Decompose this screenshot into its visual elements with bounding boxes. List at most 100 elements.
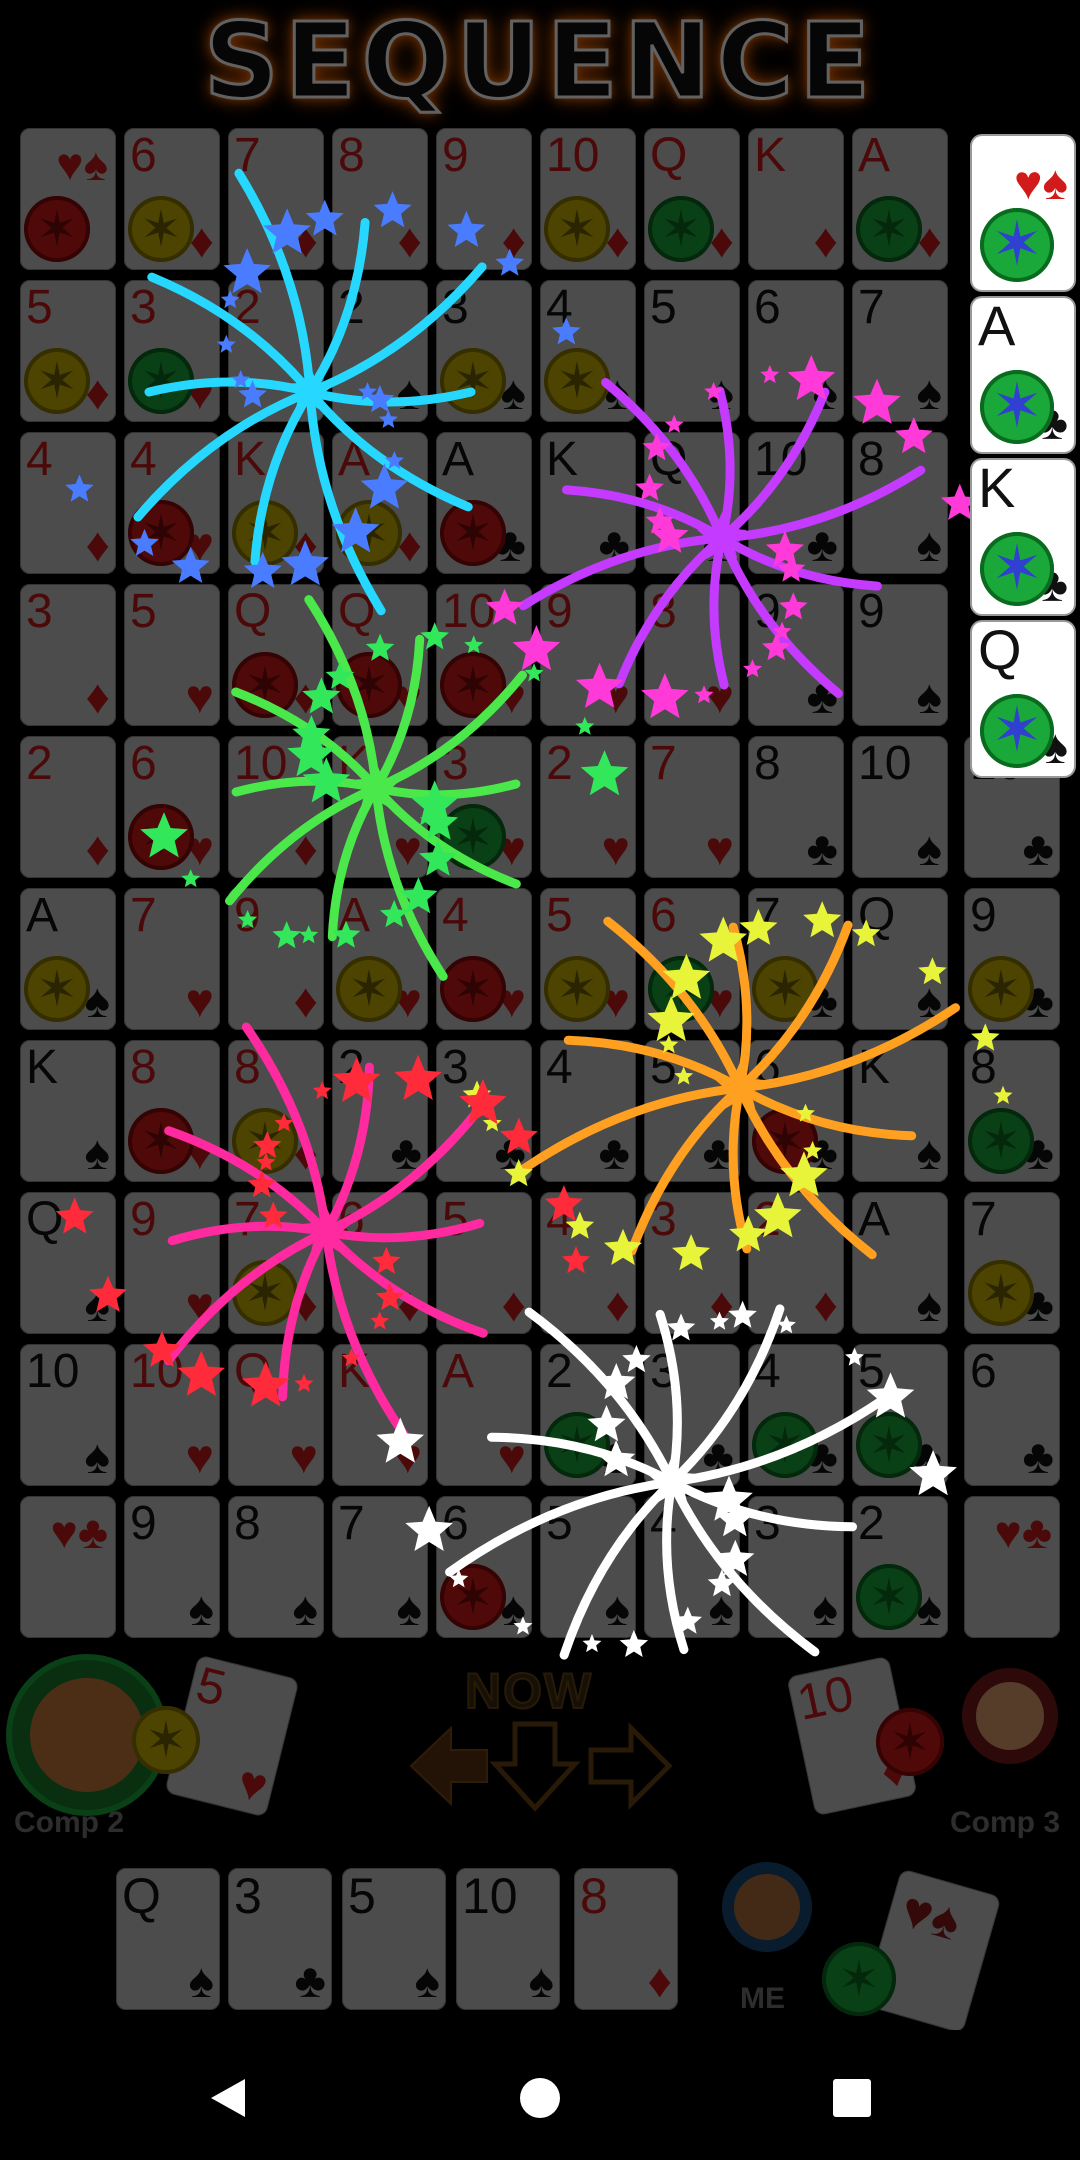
board-cell[interactable]: 6 ♥ ✶ (124, 736, 220, 878)
board-cell[interactable]: 7 ♠ (852, 280, 948, 422)
side-card[interactable]: ♥♠ ✶ (972, 136, 1074, 290)
board-cell[interactable]: 10 ♥ (124, 1344, 220, 1486)
board-cell[interactable]: 6 ♦ ✶ (124, 128, 220, 270)
board-cell[interactable]: Q ♠ (852, 888, 948, 1030)
board-cell[interactable]: 5 ♠ (644, 280, 740, 422)
board-cell[interactable]: ♥♣ (20, 1496, 116, 1638)
board-cell[interactable]: Q ♦ ✶ (644, 128, 740, 270)
hand-card[interactable]: Q ♠ (116, 1868, 220, 2010)
board-cell[interactable]: 10 ♠ (852, 736, 948, 878)
nav-back-button[interactable] (200, 2070, 256, 2126)
board-cell[interactable]: 6 ♦ (332, 1192, 428, 1334)
board-cell[interactable]: A ♦ ✶ (852, 128, 948, 270)
board-cell[interactable]: 7 ♥ (644, 736, 740, 878)
board-cell[interactable]: 5 ♦ ✶ (20, 280, 116, 422)
board-cell[interactable]: 8 ♣ ✶ (964, 1040, 1060, 1182)
board-cell[interactable]: A ♠ ✶ (20, 888, 116, 1030)
nav-home-button[interactable] (512, 2070, 568, 2126)
side-card[interactable]: Q ♠ ✶ (972, 622, 1074, 776)
board-cell[interactable]: 6 ♠ ✶ (436, 1496, 532, 1638)
board-cell[interactable]: 9 ♠ (124, 1496, 220, 1638)
board-cell[interactable]: A ♥ ✶ (332, 888, 428, 1030)
board-cell[interactable]: 4 ♦ (540, 1192, 636, 1334)
board-cell[interactable]: 8 ♠ (852, 432, 948, 574)
board-cell[interactable]: 3 ♦ (644, 1192, 740, 1334)
board-cell[interactable]: 5 ♣ ✶ (852, 1344, 948, 1486)
board-cell[interactable]: ♥♣ (964, 1496, 1060, 1638)
board-cell[interactable]: 2 ♦ (20, 736, 116, 878)
board-cell[interactable]: 7 ♦ (228, 128, 324, 270)
side-card[interactable]: K ♣ ✶ (972, 460, 1074, 614)
board-cell[interactable]: 8 ♠ (228, 1496, 324, 1638)
board-cell[interactable]: K ♦ ✶ (228, 432, 324, 574)
board-cell[interactable]: 6 ♠ (748, 280, 844, 422)
board-cell[interactable]: 8 ♥ ✶ (124, 1040, 220, 1182)
board-cell[interactable]: 2 ♠ ✶ (852, 1496, 948, 1638)
board-cell[interactable]: A ♦ ✶ (332, 432, 428, 574)
board-cell[interactable]: 4 ♣ ✶ (748, 1344, 844, 1486)
nav-recents-button[interactable] (824, 2070, 880, 2126)
board-cell[interactable]: 7 ♦ ✶ (228, 1192, 324, 1334)
board-cell[interactable]: 10 ♣ (748, 432, 844, 574)
board-cell[interactable]: 4 ♠ (644, 1496, 740, 1638)
board-cell[interactable]: 6 ♥ ✶ (644, 888, 740, 1030)
board-cell[interactable]: 5 ♦ (436, 1192, 532, 1334)
board-cell[interactable]: Q ♠ (20, 1192, 116, 1334)
board-cell[interactable]: 9 ♣ (748, 584, 844, 726)
board-cell[interactable]: 4 ♥ ✶ (124, 432, 220, 574)
board-cell[interactable]: 4 ♦ (20, 432, 116, 574)
board-cell[interactable]: 7 ♥ (124, 888, 220, 1030)
board-cell[interactable]: K ♦ (748, 128, 844, 270)
board-cell[interactable]: ♥♠ ✶ (20, 128, 116, 270)
board-cell[interactable]: K ♣ (540, 432, 636, 574)
board-cell[interactable]: A ♥ (436, 1344, 532, 1486)
board-cell[interactable]: 9 ♦ (228, 888, 324, 1030)
hand-card[interactable]: 5 ♠ (342, 1868, 446, 2010)
board-cell[interactable]: 7 ♣ ✶ (748, 888, 844, 1030)
board-cell[interactable]: 6 ♣ (964, 1344, 1060, 1486)
board-cell[interactable]: K ♠ (20, 1040, 116, 1182)
board-cell[interactable]: 6 ♣ ✶ (748, 1040, 844, 1182)
board-cell[interactable]: 2 ♣ ✶ (540, 1344, 636, 1486)
board-cell[interactable]: 10 ♠ (20, 1344, 116, 1486)
board-cell[interactable]: 2 ♣ (332, 1040, 428, 1182)
board-cell[interactable]: 10 ♦ (228, 736, 324, 878)
board-cell[interactable]: K ♥ (332, 736, 428, 878)
board-cell[interactable]: 2 ♥ (228, 280, 324, 422)
board-cell[interactable]: 8 ♥ (644, 584, 740, 726)
board-cell[interactable]: 3 ♥ ✶ (436, 736, 532, 878)
board-cell[interactable]: 4 ♣ (540, 1040, 636, 1182)
board-cell[interactable]: 7 ♠ (332, 1496, 428, 1638)
board-cell[interactable]: 5 ♠ (540, 1496, 636, 1638)
board-cell[interactable]: 3 ♣ (436, 1040, 532, 1182)
board-cell[interactable]: 5 ♥ ✶ (540, 888, 636, 1030)
board-cell[interactable]: K ♠ (852, 1040, 948, 1182)
hand-card[interactable]: 3 ♣ (228, 1868, 332, 2010)
board-cell[interactable]: 4 ♠ ✶ (540, 280, 636, 422)
board-cell[interactable]: 2 ♥ (540, 736, 636, 878)
board-cell[interactable]: A ♣ ✶ (436, 432, 532, 574)
board-cell[interactable]: Q ♦ ✶ (228, 584, 324, 726)
board-cell[interactable]: 9 ♠ (852, 584, 948, 726)
board-cell[interactable]: 3 ♠ ✶ (436, 280, 532, 422)
board-cell[interactable]: 9 ♦ (436, 128, 532, 270)
board-cell[interactable]: 8 ♣ (748, 736, 844, 878)
board-cell[interactable]: Q ♥ ✶ (332, 584, 428, 726)
board-cell[interactable]: A ♠ (852, 1192, 948, 1334)
board-cell[interactable]: 3 ♥ ✶ (124, 280, 220, 422)
hand-card[interactable]: 8 ♦ (574, 1868, 678, 2010)
board-cell[interactable]: 9 ♥ (124, 1192, 220, 1334)
board-cell[interactable]: 3 ♠ (748, 1496, 844, 1638)
board-cell[interactable]: Q ♣ (644, 432, 740, 574)
board-cell[interactable]: 8 ♦ ✶ (228, 1040, 324, 1182)
board-cell[interactable]: 8 ♦ (332, 128, 428, 270)
board-cell[interactable]: K ♥ (332, 1344, 428, 1486)
board-cell[interactable]: 10 ♥ ✶ (436, 584, 532, 726)
board-cell[interactable]: 5 ♣ (644, 1040, 740, 1182)
board-cell[interactable]: 5 ♥ (124, 584, 220, 726)
board-cell[interactable]: 2 ♠ (332, 280, 428, 422)
board-cell[interactable]: 3 ♣ (644, 1344, 740, 1486)
board-cell[interactable]: 4 ♥ ✶ (436, 888, 532, 1030)
board-cell[interactable]: 2 ♦ (748, 1192, 844, 1334)
hand-card[interactable]: 10 ♠ (456, 1868, 560, 2010)
